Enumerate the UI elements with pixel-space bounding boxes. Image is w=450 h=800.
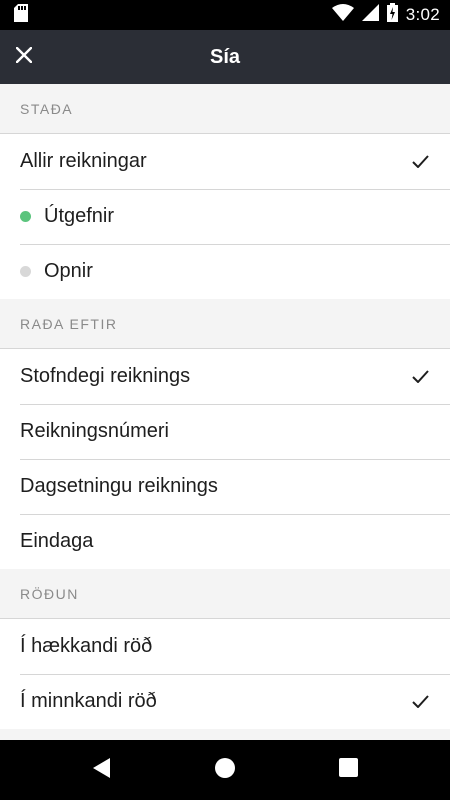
option-label: Útgefnir [44,205,115,227]
section-header-order: RÖÐUN [0,569,450,619]
status-dot-published [20,211,31,222]
check-icon [410,370,430,383]
status-bar: 3:02 [0,0,450,30]
back-triangle-icon [92,757,112,784]
option-label: Dagsetningu reiknings [20,475,218,497]
home-circle-icon [214,757,236,784]
option-label: Í hækkandi röð [20,635,153,657]
option-sort-invoice-number[interactable]: Reikningsnúmeri [0,404,450,459]
check-icon [410,155,430,168]
option-order-descending[interactable]: Í minnkandi röð [0,674,450,729]
battery-icon [386,3,398,27]
option-label: Opnir [44,260,93,282]
option-sort-due-date[interactable]: Eindaga [0,514,450,569]
status-dot-open [20,266,31,277]
option-label: Í minnkandi röð [20,690,157,712]
status-time: 3:02 [405,5,440,24]
app-bar: Sía [0,30,450,84]
option-published[interactable]: Útgefnir [0,189,450,244]
option-label: Stofndegi reiknings [20,365,191,387]
close-icon [15,46,33,68]
option-label: Allir reikningar [20,150,147,172]
option-label: Eindaga [20,530,94,552]
option-all-invoices[interactable]: Allir reikningar [0,134,450,189]
navigation-bar [0,740,450,800]
option-label: Reikningsnúmeri [20,420,169,442]
filter-content: STAÐA Allir reikningar Útgefnir Opnir RA… [0,84,450,740]
status-indicators: 3:02 [331,3,440,27]
cell-signal-icon [361,4,379,26]
recents-square-icon [338,758,358,782]
home-button[interactable] [200,745,250,795]
close-button[interactable] [4,37,44,77]
section-header-status: STAÐA [0,84,450,134]
option-sort-created[interactable]: Stofndegi reiknings [0,349,450,404]
option-order-ascending[interactable]: Í hækkandi röð [0,619,450,674]
check-icon [410,695,430,708]
sd-card-icon [14,3,28,27]
option-open[interactable]: Opnir [0,244,450,299]
wifi-icon [331,4,354,26]
back-button[interactable] [77,745,127,795]
page-title: Sía [209,45,241,68]
section-header-sort-by: RAÐA EFTIR [0,299,450,349]
recents-button[interactable] [323,745,373,795]
option-sort-invoice-date[interactable]: Dagsetningu reiknings [0,459,450,514]
